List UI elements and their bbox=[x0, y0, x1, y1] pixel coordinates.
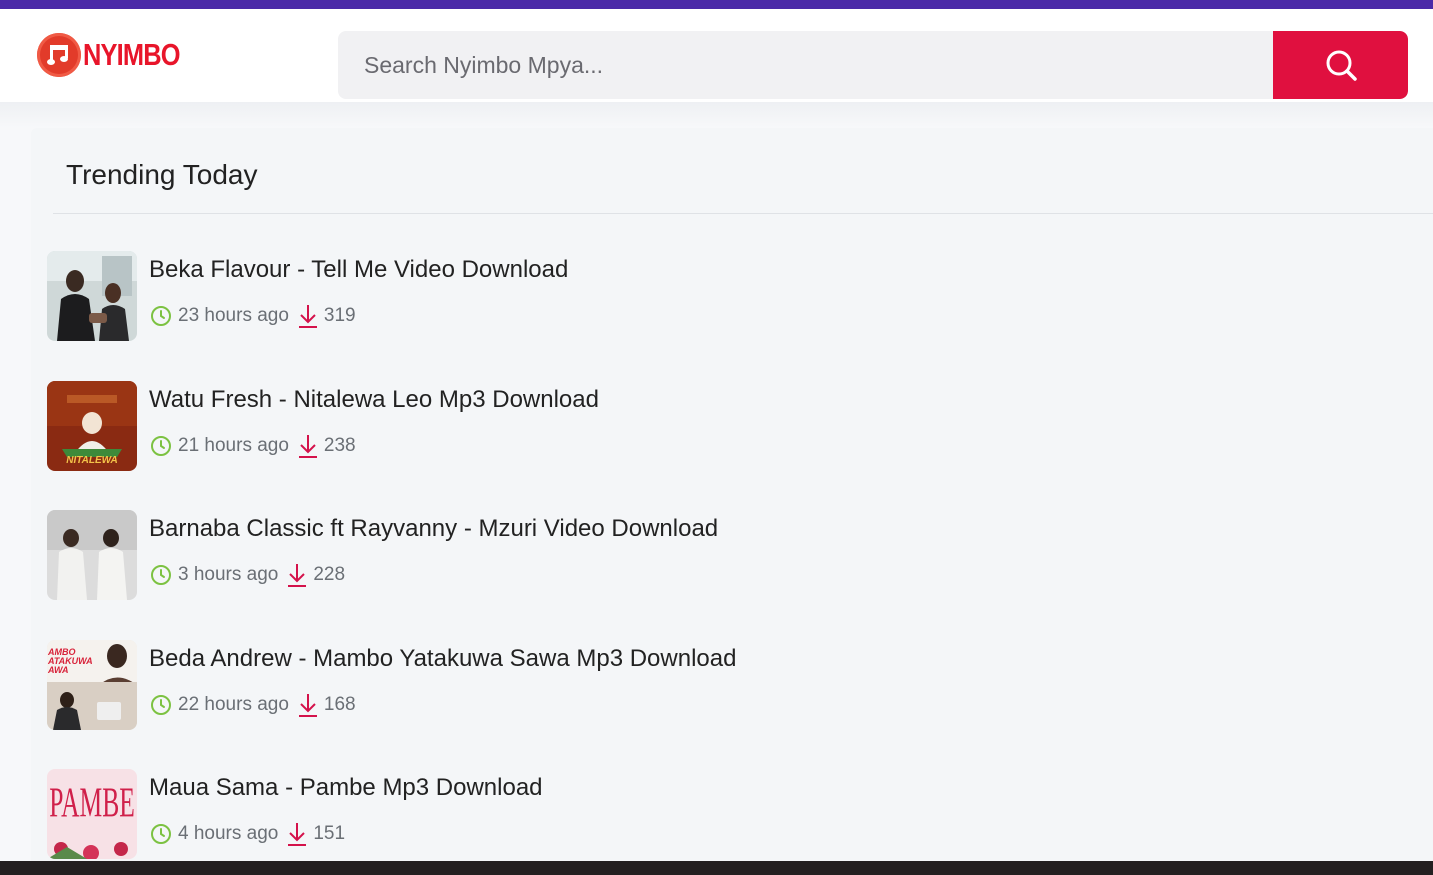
thumbnail-image[interactable]: NITALEWA bbox=[47, 381, 137, 471]
search-icon bbox=[1326, 50, 1357, 81]
item-download-count: 319 bbox=[323, 305, 356, 326]
item-meta: 3 hours ago 228 bbox=[150, 562, 345, 588]
site-header: NYIMBO bbox=[0, 9, 1433, 102]
item-time: 23 hours ago bbox=[178, 305, 289, 326]
item-meta: 23 hours ago 319 bbox=[150, 303, 356, 329]
item-meta: 21 hours ago 238 bbox=[150, 433, 356, 459]
clock-icon bbox=[151, 306, 171, 326]
list-item[interactable]: NITALEWA Watu Fresh - Nitalewa Leo Mp3 D… bbox=[47, 381, 1247, 473]
item-time: 4 hours ago bbox=[178, 823, 279, 844]
top-accent-bar bbox=[0, 0, 1433, 9]
item-title-link[interactable]: Barnaba Classic ft Rayvanny - Mzuri Vide… bbox=[149, 515, 718, 543]
section-divider bbox=[53, 213, 1433, 214]
search-input[interactable] bbox=[338, 31, 1273, 99]
item-download-count: 238 bbox=[323, 435, 356, 456]
thumbnail-image[interactable] bbox=[47, 510, 137, 600]
item-download-count: 228 bbox=[313, 564, 346, 585]
list-item[interactable]: Barnaba Classic ft Rayvanny - Mzuri Vide… bbox=[47, 510, 1247, 602]
item-title-link[interactable]: Beda Andrew - Mambo Yatakuwa Sawa Mp3 Do… bbox=[149, 645, 736, 673]
list-item[interactable]: AMBO ATAKUWA AWA Beda Andrew - Mambo Yat… bbox=[47, 640, 1247, 732]
clock-icon bbox=[151, 695, 171, 715]
item-meta: 4 hours ago 151 bbox=[150, 821, 345, 847]
download-icon bbox=[298, 694, 317, 717]
logo-text: NYIMBO bbox=[83, 37, 181, 72]
download-icon bbox=[298, 305, 317, 328]
item-meta: 22 hours ago 168 bbox=[150, 692, 356, 718]
download-icon bbox=[288, 823, 307, 846]
item-time: 21 hours ago bbox=[178, 435, 289, 456]
list-item[interactable]: PAMBE Maua Sama - Pambe Mp3 Download 4 h… bbox=[47, 769, 1247, 861]
thumbnail-text: PAMBE bbox=[49, 779, 134, 826]
clock-icon bbox=[151, 436, 171, 456]
item-time: 3 hours ago bbox=[178, 564, 279, 585]
music-note-icon bbox=[37, 33, 81, 77]
download-icon bbox=[298, 435, 317, 458]
trending-panel: Trending Today Beka Flavour - Tell Me Vi… bbox=[31, 128, 1433, 868]
thumbnail-image[interactable]: PAMBE bbox=[47, 769, 137, 859]
thumbnail-text: AMBO ATAKUWA AWA bbox=[48, 647, 93, 675]
site-logo[interactable]: NYIMBO bbox=[37, 32, 201, 78]
section-title: Trending Today bbox=[66, 159, 258, 190]
list-item[interactable]: Beka Flavour - Tell Me Video Download 23… bbox=[47, 251, 1247, 343]
header-shadow bbox=[0, 102, 1433, 128]
search-bar bbox=[338, 31, 1408, 99]
thumbnail-image[interactable]: AMBO ATAKUWA AWA bbox=[47, 640, 137, 730]
clock-icon bbox=[151, 824, 171, 844]
bottom-bar bbox=[0, 861, 1433, 875]
item-time: 22 hours ago bbox=[178, 694, 289, 715]
thumbnail-image[interactable] bbox=[47, 251, 137, 341]
item-title-link[interactable]: Maua Sama - Pambe Mp3 Download bbox=[149, 774, 543, 802]
download-icon bbox=[288, 564, 307, 587]
clock-icon bbox=[151, 565, 171, 585]
item-download-count: 151 bbox=[313, 823, 346, 844]
item-title-link[interactable]: Beka Flavour - Tell Me Video Download bbox=[149, 256, 568, 284]
search-button[interactable] bbox=[1273, 31, 1408, 99]
item-title-link[interactable]: Watu Fresh - Nitalewa Leo Mp3 Download bbox=[149, 386, 599, 414]
item-download-count: 168 bbox=[323, 694, 356, 715]
thumbnail-text: NITALEWA bbox=[66, 455, 117, 466]
